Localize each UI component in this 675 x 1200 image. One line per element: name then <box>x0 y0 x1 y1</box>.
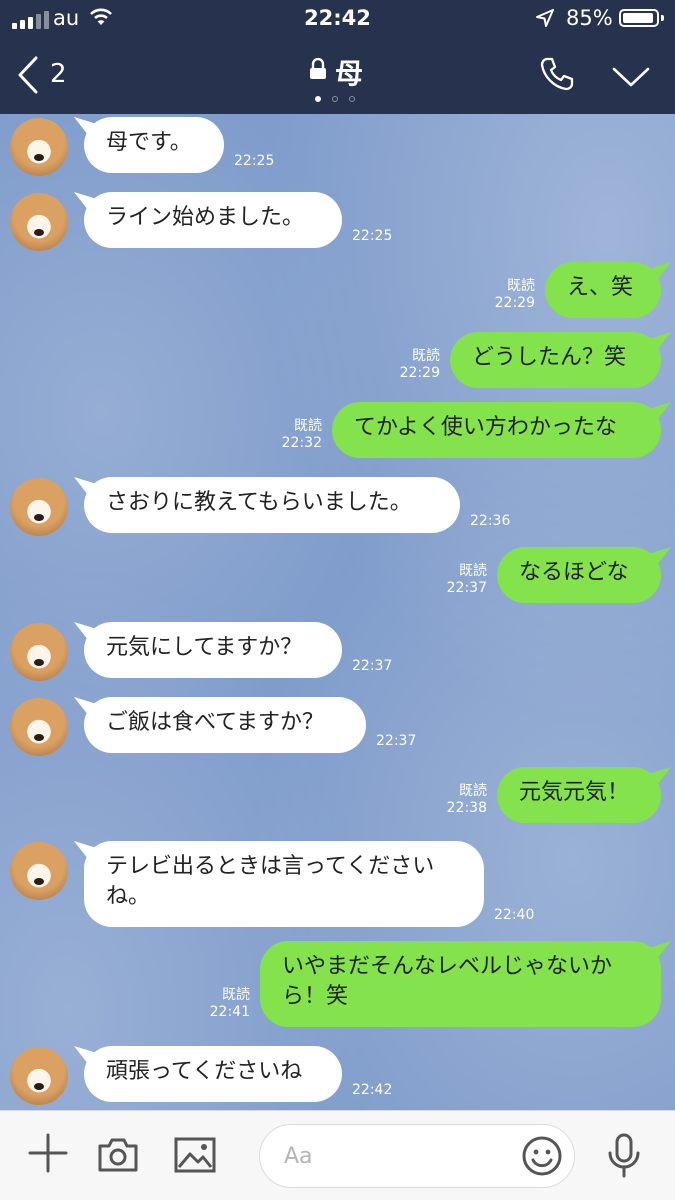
incoming-message-bubble[interactable]: テレビ出るときは言ってください ね。 <box>84 841 484 927</box>
battery-percent: 85% <box>566 6 613 30</box>
plus-icon[interactable] <box>28 1133 68 1173</box>
outgoing-message-bubble[interactable]: いやまだそんなレベルじゃないか ら！笑 <box>260 941 661 1027</box>
message-time: 22:42 <box>352 1082 393 1098</box>
incoming-message-bubble[interactable]: 元気にしてますか？ <box>84 622 342 678</box>
page-dot <box>332 96 338 102</box>
message-text: 頑張ってくださいね <box>106 1059 303 1084</box>
incoming-message-bubble[interactable]: 頑張ってくださいね <box>84 1046 342 1102</box>
read-receipt: 既読 <box>222 987 250 1003</box>
message-time: 22:36 <box>470 513 511 529</box>
composer-bar: Aa <box>0 1110 675 1200</box>
page-dot <box>349 96 355 102</box>
message-text: 元気にしてますか？ <box>106 635 303 660</box>
read-receipt: 既読 <box>459 563 487 579</box>
incoming-message-bubble[interactable]: ライン始めました。 <box>84 192 342 248</box>
message-text: 元気元気！ <box>519 780 630 805</box>
outgoing-message-bubble[interactable]: え、笑 <box>545 262 661 318</box>
message-text: ご飯は食べてますか？ <box>106 710 325 735</box>
contact-avatar[interactable] <box>10 842 68 900</box>
unread-count[interactable]: 2 <box>50 59 67 89</box>
read-receipt: 既読 <box>412 348 440 364</box>
message-time: 22:38 <box>446 800 487 816</box>
message-text: なるほどな <box>519 560 629 585</box>
message-meta: 22:25 <box>234 153 274 170</box>
message-text: さおりに教えてもらいました。 <box>106 490 412 515</box>
camera-icon[interactable] <box>97 1137 139 1173</box>
message-text: ね。 <box>106 884 151 909</box>
message-time: 22:37 <box>446 580 487 596</box>
outgoing-message-bubble[interactable]: なるほどな <box>497 547 661 603</box>
message-text: 母です。 <box>106 130 192 155</box>
image-icon[interactable] <box>174 1137 216 1173</box>
message-text: てかよく使い方わかったな <box>354 415 617 440</box>
phone-icon[interactable] <box>539 56 575 92</box>
incoming-message-bubble[interactable]: さおりに教えてもらいました。 <box>84 477 460 533</box>
read-receipt: 既読 <box>294 418 322 434</box>
location-arrow-icon <box>536 9 554 27</box>
contact-avatar[interactable] <box>10 478 68 536</box>
message-meta: 既読 22:37 <box>427 563 487 597</box>
message-meta: 22:25 <box>352 228 392 245</box>
emoji-icon[interactable] <box>521 1135 563 1177</box>
message-input-placeholder: Aa <box>284 1144 313 1169</box>
page-dot <box>315 96 321 102</box>
lock-icon <box>310 58 326 79</box>
message-text: どうしたん？笑 <box>472 345 627 370</box>
message-time: 22:25 <box>352 228 393 244</box>
message-meta: 既読 22:29 <box>475 278 535 312</box>
message-meta: 22:37 <box>352 658 392 675</box>
message-time: 22:32 <box>281 435 322 451</box>
back-chevron-icon[interactable] <box>16 56 40 94</box>
message-text: テレビ出るときは言ってください <box>106 854 435 879</box>
chevron-down-icon[interactable] <box>612 66 650 88</box>
message-meta: 22:42 <box>352 1082 392 1099</box>
read-receipt: 既読 <box>507 278 535 294</box>
contact-avatar[interactable] <box>10 193 68 251</box>
message-text: え、笑 <box>567 275 634 300</box>
line-chat-screen: au 22:42 85% 2 母 母です。 22:25 ライン始めました。 22… <box>0 0 675 1200</box>
message-time: 22:29 <box>494 295 535 311</box>
outgoing-message-bubble[interactable]: 元気元気！ <box>497 767 661 823</box>
message-time: 22:29 <box>399 365 440 381</box>
outgoing-message-bubble[interactable]: てかよく使い方わかったな <box>332 402 661 458</box>
microphone-icon[interactable] <box>606 1133 642 1179</box>
message-time: 22:37 <box>376 733 417 749</box>
read-receipt: 既読 <box>459 783 487 799</box>
message-time: 22:37 <box>352 658 393 674</box>
contact-avatar[interactable] <box>10 698 68 756</box>
message-time: 22:41 <box>209 1004 250 1020</box>
battery-icon <box>619 9 664 27</box>
incoming-message-bubble[interactable]: ご飯は食べてますか？ <box>84 697 366 753</box>
message-meta: 既読 22:38 <box>427 783 487 817</box>
incoming-message-bubble[interactable]: 母です。 <box>84 117 224 173</box>
contact-avatar[interactable] <box>10 623 68 681</box>
message-list[interactable]: 母です。 22:25 ライン始めました。 22:25 え、笑 既読 22:29 どうしたん？笑… <box>0 114 675 1110</box>
message-time: 22:25 <box>234 153 275 169</box>
page-indicator <box>315 96 355 102</box>
message-text: ライン始めました。 <box>106 205 305 230</box>
message-meta: 既読 22:29 <box>380 348 440 382</box>
chat-title: 母 <box>335 57 364 90</box>
message-meta: 22:37 <box>376 733 416 750</box>
outgoing-message-bubble[interactable]: どうしたん？笑 <box>450 332 661 388</box>
message-meta: 22:40 <box>494 907 534 924</box>
status-bar: au 22:42 85% <box>0 0 675 38</box>
contact-avatar[interactable] <box>10 118 68 176</box>
header: au 22:42 85% 2 母 <box>0 0 675 114</box>
message-text: ら！笑 <box>282 984 349 1009</box>
message-meta: 既読 22:41 <box>190 987 250 1021</box>
message-meta: 22:36 <box>470 513 510 530</box>
message-meta: 既読 22:32 <box>262 418 322 452</box>
message-time: 22:40 <box>494 907 535 923</box>
contact-avatar[interactable] <box>10 1047 68 1105</box>
message-text: いやまだそんなレベルじゃないか <box>282 954 613 979</box>
